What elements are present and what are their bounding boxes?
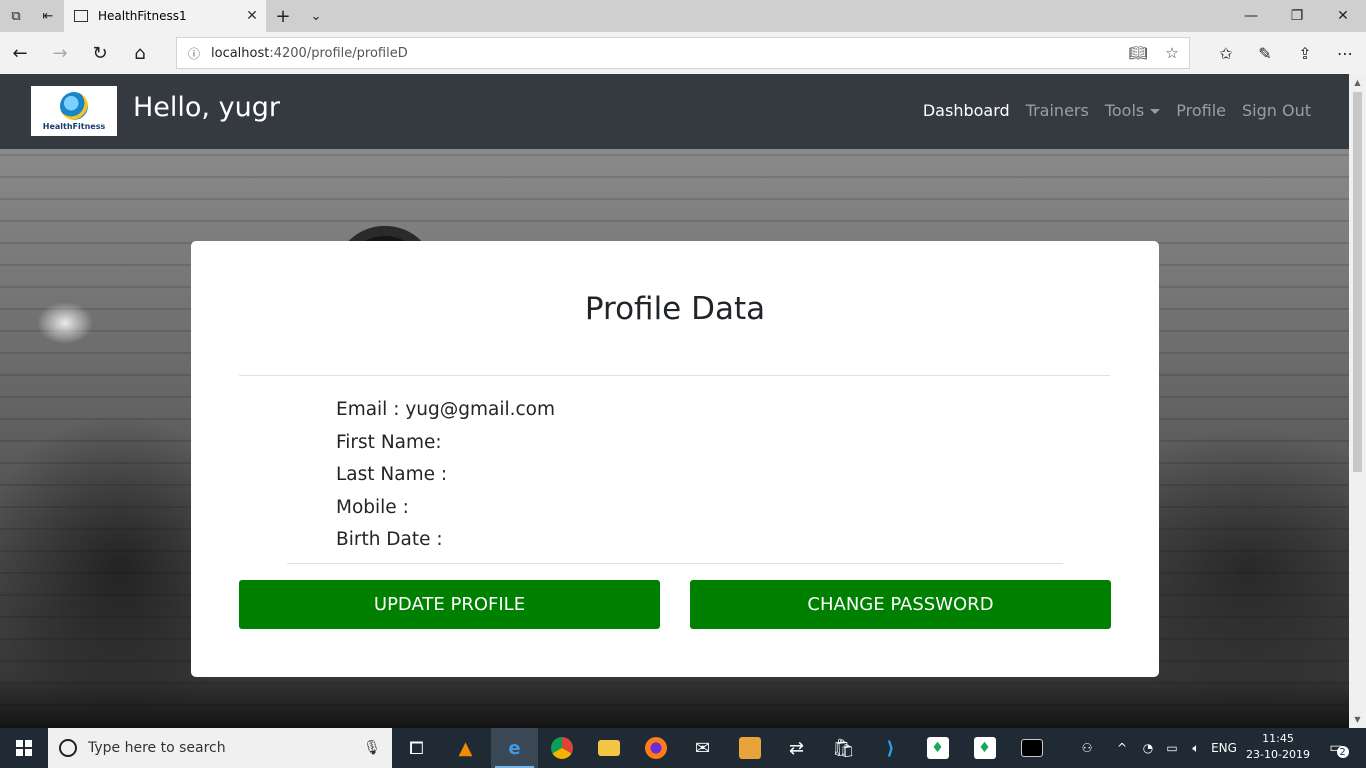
- tab-title: HealthFitness1: [98, 9, 187, 23]
- site-logo[interactable]: HealthFitness: [31, 86, 117, 136]
- nav-tools-label: Tools: [1104, 101, 1145, 120]
- close-tab-icon[interactable]: ✕: [238, 8, 266, 24]
- close-window-icon[interactable]: ✕: [1320, 0, 1366, 32]
- divider: [287, 563, 1063, 564]
- url-field[interactable]: ⓘ localhost:4200/profile/profileD 📖︎ ☆: [176, 37, 1190, 69]
- home-icon[interactable]: ⌂: [120, 32, 160, 74]
- vscode-icon[interactable]: ⟩: [867, 728, 914, 768]
- nav-profile-link[interactable]: Profile: [1176, 101, 1226, 120]
- mongodb-compass-icon[interactable]: ♦: [961, 728, 1008, 768]
- tab-manager-icon[interactable]: ⧉: [0, 0, 32, 32]
- browser-tab[interactable]: HealthFitness1 ✕: [64, 0, 266, 32]
- floor-shadow: [0, 678, 1349, 728]
- notification-badge: 2: [1336, 746, 1349, 758]
- wifi-icon[interactable]: ◔: [1136, 728, 1160, 768]
- system-clock[interactable]: 11:45 23-10-2019: [1240, 731, 1316, 763]
- notification-center[interactable]: ▭ 2: [1320, 728, 1358, 768]
- nav-trainers-link[interactable]: Trainers: [1026, 101, 1089, 120]
- browser-tab-bar: ⧉ ⇤ HealthFitness1 ✕ + ⌄ — ❐ ✕: [0, 0, 1366, 32]
- more-options-icon[interactable]: ⋯: [1326, 32, 1364, 74]
- site-info-icon[interactable]: ⓘ: [177, 45, 211, 62]
- last-name-field: Last Name :: [336, 464, 448, 485]
- chrome-icon[interactable]: [538, 728, 585, 768]
- windows-taskbar: Type here to search 🎙︎ ⧠ ▲ e ✉ ⇄ 🛍︎ ⟩ ♦ …: [0, 728, 1366, 768]
- nav-signout-link[interactable]: Sign Out: [1242, 101, 1311, 120]
- share-icon[interactable]: ⇪: [1286, 32, 1324, 74]
- edge-browser-icon[interactable]: e: [491, 728, 538, 768]
- search-placeholder: Type here to search: [88, 740, 226, 756]
- mongodb-compass-icon[interactable]: ♦: [914, 728, 961, 768]
- start-button[interactable]: [0, 728, 48, 768]
- taskbar-search-box[interactable]: Type here to search 🎙︎: [48, 728, 392, 768]
- people-icon[interactable]: ⚇: [1072, 728, 1102, 768]
- favorites-hub-icon[interactable]: ✩: [1207, 32, 1245, 74]
- scrollbar-thumb[interactable]: [1353, 92, 1362, 472]
- birth-date-field: Birth Date :: [336, 529, 443, 550]
- scroll-down-icon[interactable]: ▼: [1349, 711, 1366, 728]
- profile-fields: Email : yug@gmail.com First Name: Last N…: [336, 394, 555, 557]
- clock-date: 23-10-2019: [1246, 748, 1310, 761]
- email-field: Email : yug@gmail.com: [336, 399, 556, 420]
- url-path: :4200/profile/profileD: [269, 45, 408, 61]
- app-orange-icon[interactable]: [726, 728, 773, 768]
- scroll-up-icon[interactable]: ▲: [1349, 74, 1366, 91]
- tab-preview-chevron-icon[interactable]: ⌄: [300, 0, 332, 32]
- set-tabs-aside-icon[interactable]: ⇤: [32, 0, 64, 32]
- logo-text: HealthFitness: [42, 121, 106, 131]
- mobile-field: Mobile :: [336, 496, 409, 518]
- remote-app-icon[interactable]: ⇄: [773, 728, 820, 768]
- task-view-icon[interactable]: ⧠: [393, 728, 440, 768]
- minimize-icon[interactable]: —: [1228, 0, 1274, 32]
- reading-view-icon[interactable]: 📖︎: [1121, 44, 1155, 62]
- mail-icon[interactable]: ✉: [679, 728, 726, 768]
- vlc-icon[interactable]: ▲: [442, 728, 489, 768]
- microphone-icon[interactable]: 🎙︎: [352, 740, 392, 756]
- url-text: localhost:4200/profile/profileD: [211, 46, 1121, 61]
- first-name-field: First Name:: [336, 431, 442, 453]
- restore-icon[interactable]: ❐: [1274, 0, 1320, 32]
- browser-address-bar: ← → ↻ ⌂ ⓘ localhost:4200/profile/profile…: [0, 32, 1366, 74]
- cortana-icon: [59, 739, 77, 757]
- new-tab-icon[interactable]: +: [266, 0, 300, 32]
- page-title: Profile Data: [584, 291, 766, 327]
- file-explorer-icon[interactable]: [585, 728, 632, 768]
- firefox-icon[interactable]: [632, 728, 679, 768]
- url-host: localhost: [211, 45, 270, 61]
- page-viewport: HealthFitness Hello, yugr Dashboard Trai…: [0, 74, 1349, 728]
- page-favicon-icon: [74, 10, 88, 22]
- chevron-down-icon: [1150, 109, 1161, 114]
- battery-icon[interactable]: ▭: [1160, 728, 1184, 768]
- show-hidden-icons-chevron-icon[interactable]: ^: [1110, 728, 1134, 768]
- nav-dashboard-link[interactable]: Dashboard: [923, 101, 1010, 120]
- logo-globe-icon: [60, 91, 88, 120]
- favorite-star-icon[interactable]: ☆: [1155, 44, 1189, 62]
- back-arrow-icon[interactable]: ←: [0, 32, 40, 74]
- greeting-text: Hello, yugr: [133, 92, 280, 123]
- language-indicator[interactable]: ENG: [1208, 728, 1240, 768]
- store-icon[interactable]: 🛍︎: [820, 728, 867, 768]
- terminal-icon[interactable]: [1008, 728, 1055, 768]
- forward-arrow-icon[interactable]: →: [40, 32, 80, 74]
- page-scrollbar[interactable]: ▲ ▼: [1349, 74, 1366, 728]
- web-note-pen-icon[interactable]: ✎: [1246, 32, 1284, 74]
- site-navbar: HealthFitness Hello, yugr Dashboard Trai…: [0, 74, 1349, 149]
- profile-card: Profile Data Email : yug@gmail.com First…: [191, 241, 1159, 677]
- change-password-button[interactable]: CHANGE PASSWORD: [690, 580, 1111, 629]
- windows-logo-icon: [16, 740, 32, 756]
- nav-tools-dropdown[interactable]: Tools: [1104, 101, 1161, 120]
- refresh-icon[interactable]: ↻: [80, 32, 120, 74]
- clock-time: 11:45: [1262, 732, 1294, 745]
- update-profile-button[interactable]: UPDATE PROFILE: [239, 580, 660, 629]
- divider: [239, 375, 1110, 376]
- nav-links: Dashboard Trainers Tools Profile Sign Ou…: [907, 101, 1311, 120]
- volume-icon[interactable]: 🔈︎: [1184, 728, 1208, 768]
